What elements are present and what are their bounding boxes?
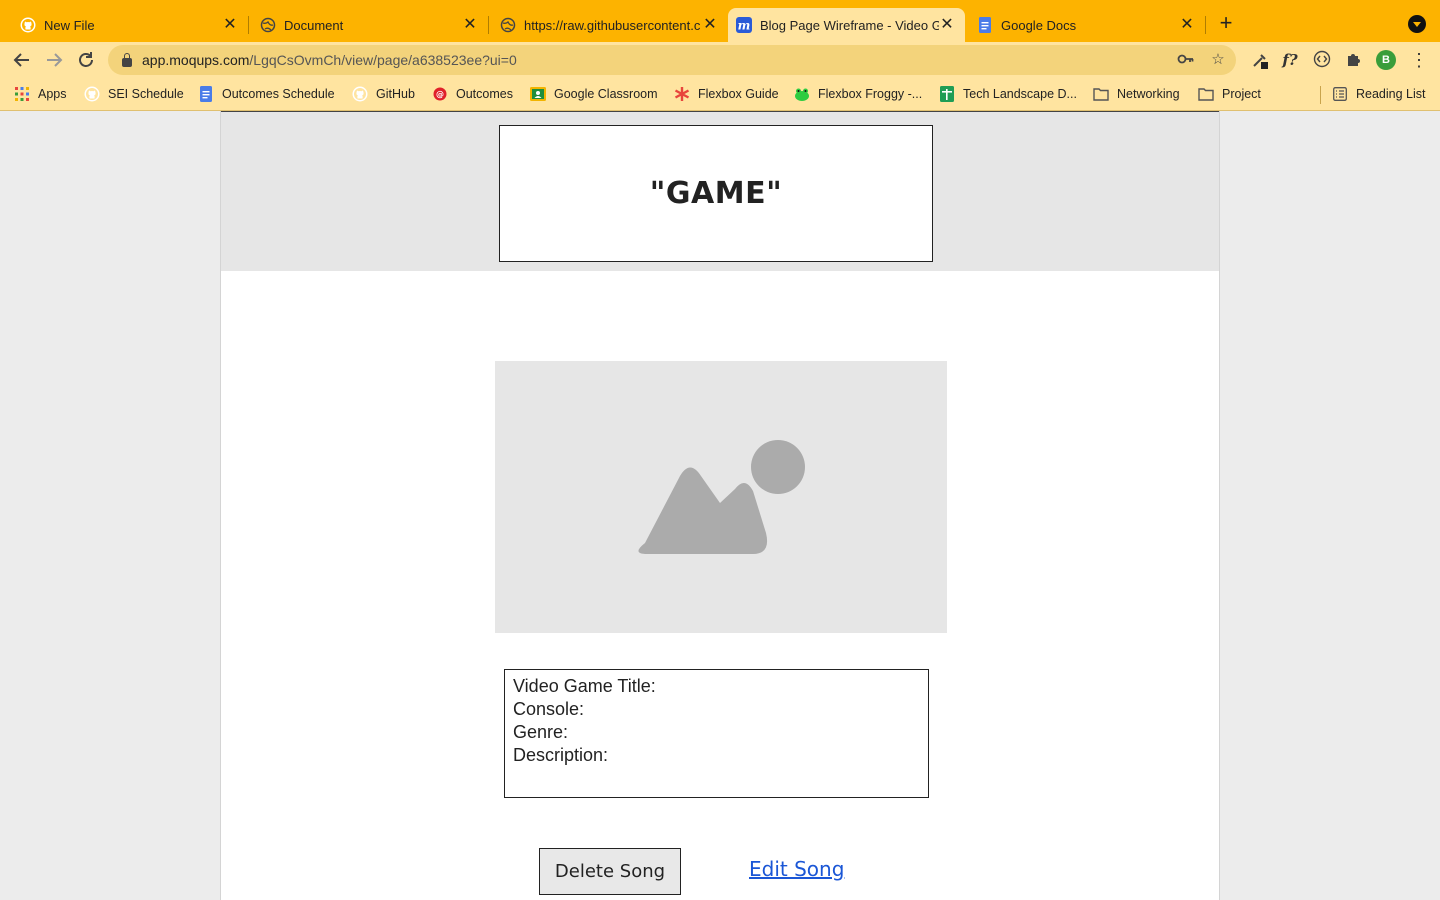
bookmark-label: Project bbox=[1222, 87, 1261, 101]
console-label: Console: bbox=[513, 699, 585, 719]
sheets-icon bbox=[939, 86, 955, 102]
url-path: /LgqCsOvmCh/view/page/a638523ee?ui=0 bbox=[249, 52, 517, 68]
bookmark-label: Flexbox Froggy -... bbox=[818, 87, 923, 101]
header-band: "GAME" bbox=[221, 111, 1219, 271]
video-game-title-label: Video Game Title: bbox=[513, 676, 656, 696]
forward-icon[interactable] bbox=[42, 48, 66, 72]
tab-search-icon[interactable] bbox=[1408, 15, 1426, 33]
bookmark-outcomes[interactable]: @ Outcomes bbox=[432, 85, 513, 103]
globe-icon bbox=[260, 17, 276, 33]
bookmark-label: Tech Landscape D... bbox=[963, 87, 1077, 101]
page-viewport: "GAME" Video Game Title: Console: Genre:… bbox=[0, 111, 1440, 900]
code-extension-icon[interactable] bbox=[1312, 50, 1332, 70]
bookmark-label: Outcomes Schedule bbox=[222, 87, 335, 101]
close-icon[interactable]: ✕ bbox=[222, 17, 238, 33]
bookmark-project[interactable]: Project bbox=[1198, 85, 1261, 103]
reading-list-label: Reading List bbox=[1356, 87, 1426, 101]
delete-song-button[interactable]: Delete Song bbox=[539, 848, 681, 895]
lock-icon[interactable] bbox=[122, 52, 132, 67]
bookmarks-divider bbox=[1320, 86, 1321, 104]
game-image-placeholder bbox=[495, 361, 947, 633]
font-extension-icon[interactable]: f? bbox=[1280, 50, 1300, 70]
wireframe-canvas: "GAME" Video Game Title: Console: Genre:… bbox=[220, 111, 1220, 900]
puzzle-extensions-icon[interactable] bbox=[1344, 50, 1364, 70]
bookmarks-bar: Apps SEI Schedule Outcomes Schedule GitH… bbox=[0, 78, 1440, 111]
bookmark-label: Flexbox Guide bbox=[698, 87, 779, 101]
bookmark-tech-landscape[interactable]: Tech Landscape D... bbox=[939, 85, 1077, 103]
bookmark-flexbox-froggy[interactable]: Flexbox Froggy -... bbox=[794, 85, 922, 103]
tab-new-file[interactable]: New File ✕ bbox=[0, 8, 248, 42]
bookmark-label: Apps bbox=[38, 87, 67, 101]
image-placeholder-icon bbox=[638, 440, 805, 554]
eyedropper-extension-icon[interactable] bbox=[1250, 50, 1270, 70]
bookmark-flexbox-guide[interactable]: Flexbox Guide bbox=[674, 85, 779, 103]
apps-grid-icon bbox=[14, 86, 30, 102]
docs-icon bbox=[198, 86, 214, 102]
tab-separator bbox=[1205, 16, 1206, 34]
tab-google-docs[interactable]: Google Docs ✕ bbox=[965, 8, 1205, 42]
tab-raw-githubusercontent[interactable]: https://raw.githubusercontent.c ✕ bbox=[480, 8, 728, 42]
svg-text:m: m bbox=[738, 19, 751, 33]
description-label: Description: bbox=[513, 745, 609, 765]
folder-icon bbox=[1093, 86, 1109, 102]
reload-icon[interactable] bbox=[74, 48, 98, 72]
github-icon bbox=[352, 86, 368, 102]
bookmark-label: Google Classroom bbox=[554, 87, 658, 101]
classroom-icon bbox=[530, 86, 546, 102]
edit-song-link[interactable]: Edit Song bbox=[749, 857, 844, 881]
tab-document[interactable]: Document ✕ bbox=[240, 8, 488, 42]
profile-avatar[interactable]: B bbox=[1376, 50, 1396, 70]
github-icon bbox=[84, 86, 100, 102]
bookmark-star-icon[interactable]: ☆ bbox=[1208, 50, 1228, 70]
globe-icon bbox=[500, 17, 516, 33]
reading-list-button[interactable]: Reading List bbox=[1332, 85, 1426, 103]
tab-title: Google Docs bbox=[1001, 17, 1077, 33]
bookmark-google-classroom[interactable]: Google Classroom bbox=[530, 85, 658, 103]
tab-title: New File bbox=[44, 17, 95, 33]
more-menu-icon[interactable]: ⋮ bbox=[1410, 50, 1428, 70]
tab-blog-page-wireframe[interactable]: m Blog Page Wireframe - Video G ✕ bbox=[728, 8, 965, 42]
close-icon[interactable]: ✕ bbox=[462, 17, 478, 33]
close-icon[interactable]: ✕ bbox=[702, 17, 718, 33]
url-host: app.moqups.com bbox=[142, 52, 250, 68]
browser-toolbar: app.moqups.com/LgqCsOvmCh/view/page/a638… bbox=[0, 42, 1440, 78]
reading-list-icon bbox=[1332, 86, 1348, 102]
bookmark-label: Networking bbox=[1117, 87, 1180, 101]
bookmark-outcomes-schedule[interactable]: Outcomes Schedule bbox=[198, 85, 335, 103]
tab-title: Blog Page Wireframe - Video G bbox=[760, 17, 939, 33]
bookmark-apps[interactable]: Apps bbox=[14, 85, 67, 103]
outcomes-icon: @ bbox=[432, 86, 448, 102]
page-title: "GAME" bbox=[649, 176, 783, 211]
game-info-box: Video Game Title: Console: Genre: Descri… bbox=[504, 669, 929, 798]
close-icon[interactable]: ✕ bbox=[939, 17, 955, 33]
bookmark-label: Outcomes bbox=[456, 87, 513, 101]
bookmark-networking[interactable]: Networking bbox=[1093, 85, 1180, 103]
bookmark-label: GitHub bbox=[376, 87, 415, 101]
title-box: "GAME" bbox=[499, 125, 933, 262]
frog-icon bbox=[794, 86, 810, 102]
tab-strip: New File ✕ Document ✕ https://raw.github… bbox=[0, 0, 1440, 42]
bookmark-sei-schedule[interactable]: SEI Schedule bbox=[84, 85, 184, 103]
tab-title: https://raw.githubusercontent.c bbox=[524, 17, 701, 33]
back-icon[interactable] bbox=[10, 48, 34, 72]
github-icon bbox=[20, 17, 36, 33]
moqups-icon: m bbox=[736, 17, 752, 33]
bookmark-github[interactable]: GitHub bbox=[352, 85, 415, 103]
folder-icon bbox=[1198, 86, 1214, 102]
asterisk-icon bbox=[674, 86, 690, 102]
new-tab-button[interactable]: + bbox=[1214, 12, 1238, 36]
svg-text:@: @ bbox=[436, 90, 444, 99]
close-icon[interactable]: ✕ bbox=[1179, 17, 1195, 33]
key-icon[interactable] bbox=[1176, 50, 1196, 70]
address-bar[interactable]: app.moqups.com/LgqCsOvmCh/view/page/a638… bbox=[108, 45, 1236, 75]
genre-label: Genre: bbox=[513, 722, 569, 742]
tab-title: Document bbox=[284, 17, 344, 33]
bookmark-label: SEI Schedule bbox=[108, 87, 184, 101]
docs-icon bbox=[977, 17, 993, 33]
